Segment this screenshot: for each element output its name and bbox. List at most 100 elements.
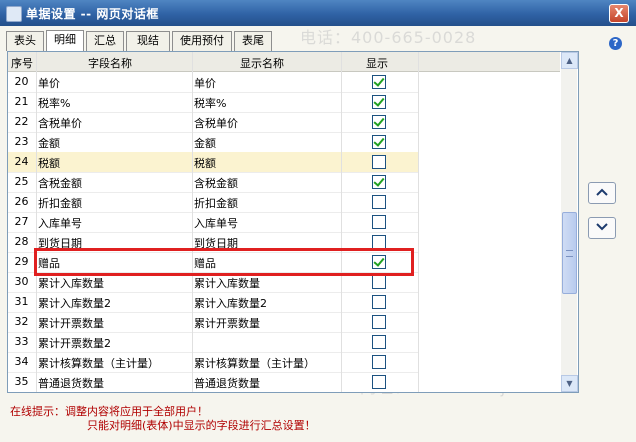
display-name-cell: 折扣金额 (194, 197, 238, 210)
row-number: 23 (14, 135, 29, 148)
header-num: 序号 (11, 57, 33, 70)
show-checkbox[interactable] (372, 175, 386, 189)
window-title: 单据设置 -- 网页对话框 (26, 7, 159, 21)
table-row[interactable]: 23 金额 金额 (8, 132, 418, 153)
close-button[interactable]: X (609, 4, 629, 23)
display-name-cell: 累计核算数量（主计量） (194, 357, 315, 370)
show-checkbox[interactable] (372, 75, 386, 89)
field-grid: 序号 字段名称 显示名称 显示 20 单价 单价 21 税率% 税率% 22 含税单价 含税单价… (7, 51, 579, 393)
display-name-cell: 含税单价 (194, 117, 238, 130)
move-down-button[interactable] (588, 217, 616, 239)
column-divider (418, 52, 419, 392)
show-checkbox[interactable] (372, 235, 386, 249)
display-name-cell: 税率% (194, 97, 227, 110)
field-name-cell: 累计开票数量2 (38, 337, 111, 350)
scroll-down-icon[interactable]: ▼ (561, 375, 578, 392)
row-number: 21 (14, 95, 29, 108)
field-name-cell: 普通退货数量 (38, 377, 104, 390)
row-number: 20 (14, 75, 29, 88)
tab-footer[interactable]: 表尾 (234, 31, 272, 51)
header-field-name: 字段名称 (88, 57, 132, 70)
header-show: 显示 (366, 57, 388, 70)
field-name-cell: 入库单号 (38, 217, 82, 230)
tab-cash-settlement[interactable]: 现结 (126, 31, 170, 51)
display-name-cell: 含税金额 (194, 177, 238, 190)
field-name-cell: 累计开票数量 (38, 317, 104, 330)
show-checkbox[interactable] (372, 95, 386, 109)
table-row[interactable]: 33 累计开票数量2 (8, 332, 418, 353)
show-checkbox[interactable] (372, 295, 386, 309)
table-row[interactable]: 25 含税金额 含税金额 (8, 172, 418, 193)
title-bar: 单据设置 -- 网页对话框 X (0, 0, 636, 26)
column-divider (341, 52, 342, 392)
row-number: 31 (14, 295, 29, 308)
field-name-cell: 折扣金额 (38, 197, 82, 210)
table-row[interactable]: 20 单价 单价 (8, 72, 418, 93)
table-row[interactable]: 24 税额 税额 (8, 152, 418, 173)
tip-line-2: 只能对明细(表体)中显示的字段进行汇总设置！ (87, 419, 316, 432)
field-name-cell: 含税单价 (38, 117, 82, 130)
field-name-cell: 累计核算数量（主计量） (38, 357, 159, 370)
table-row[interactable]: 34 累计核算数量（主计量） 累计核算数量（主计量） (8, 352, 418, 373)
field-name-cell: 累计入库数量2 (38, 297, 111, 310)
tab-summary[interactable]: 汇总 (86, 31, 124, 51)
scroll-thumb[interactable] (562, 212, 577, 294)
show-checkbox[interactable] (372, 155, 386, 169)
move-up-button[interactable] (588, 182, 616, 204)
scroll-up-icon[interactable]: ▲ (561, 52, 578, 69)
table-row[interactable]: 21 税率% 税率% (8, 92, 418, 113)
display-name-cell: 普通退货数量 (194, 377, 260, 390)
row-number: 26 (14, 195, 29, 208)
display-name-cell: 单价 (194, 77, 216, 90)
tab-detail[interactable]: 明细 (46, 30, 84, 52)
vertical-scrollbar[interactable]: ▲ ▼ (561, 52, 578, 392)
field-name-cell: 金额 (38, 137, 60, 150)
field-name-cell: 单价 (38, 77, 60, 90)
table-row[interactable]: 32 累计开票数量 累计开票数量 (8, 312, 418, 333)
tab-header[interactable]: 表头 (6, 31, 44, 51)
table-row[interactable]: 22 含税单价 含税单价 (8, 112, 418, 133)
table-row[interactable]: 35 普通退货数量 普通退货数量 (8, 372, 418, 392)
grip-icon (566, 250, 573, 257)
highlight-annotation-box (34, 248, 414, 276)
show-checkbox[interactable] (372, 215, 386, 229)
show-checkbox[interactable] (372, 275, 386, 289)
row-number: 25 (14, 175, 29, 188)
tab-use-prepaid[interactable]: 使用预付 (172, 31, 232, 51)
window-icon (6, 6, 22, 22)
display-name-cell: 累计开票数量 (194, 317, 260, 330)
display-name-cell: 税额 (194, 157, 216, 170)
header-display-name: 显示名称 (240, 57, 284, 70)
display-name-cell: 金额 (194, 137, 216, 150)
row-number: 22 (14, 115, 29, 128)
chevron-down-icon (596, 223, 608, 231)
field-name-cell: 含税金额 (38, 177, 82, 190)
row-number: 29 (14, 255, 29, 268)
field-name-cell: 税额 (38, 157, 60, 170)
field-name-cell: 税率% (38, 97, 71, 110)
row-number: 34 (14, 355, 29, 368)
show-checkbox[interactable] (372, 315, 386, 329)
help-icon[interactable]: ? (609, 37, 622, 50)
table-row[interactable]: 26 折扣金额 折扣金额 (8, 192, 418, 213)
row-number: 35 (14, 375, 29, 388)
chevron-up-icon (596, 188, 608, 196)
column-divider (192, 52, 193, 392)
row-number: 28 (14, 235, 29, 248)
display-name-cell: 累计入库数量 (194, 277, 260, 290)
show-checkbox[interactable] (372, 195, 386, 209)
row-number: 32 (14, 315, 29, 328)
table-row[interactable]: 31 累计入库数量2 累计入库数量2 (8, 292, 418, 313)
row-number: 33 (14, 335, 29, 348)
show-checkbox[interactable] (372, 115, 386, 129)
show-checkbox[interactable] (372, 375, 386, 389)
show-checkbox[interactable] (372, 335, 386, 349)
row-number: 30 (14, 275, 29, 288)
grid-header: 序号 字段名称 显示名称 显示 (8, 52, 560, 72)
show-checkbox[interactable] (372, 135, 386, 149)
table-row[interactable]: 27 入库单号 入库单号 (8, 212, 418, 233)
field-name-cell: 累计入库数量 (38, 277, 104, 290)
display-name-cell: 累计入库数量2 (194, 297, 267, 310)
display-name-cell: 入库单号 (194, 217, 238, 230)
show-checkbox[interactable] (372, 355, 386, 369)
